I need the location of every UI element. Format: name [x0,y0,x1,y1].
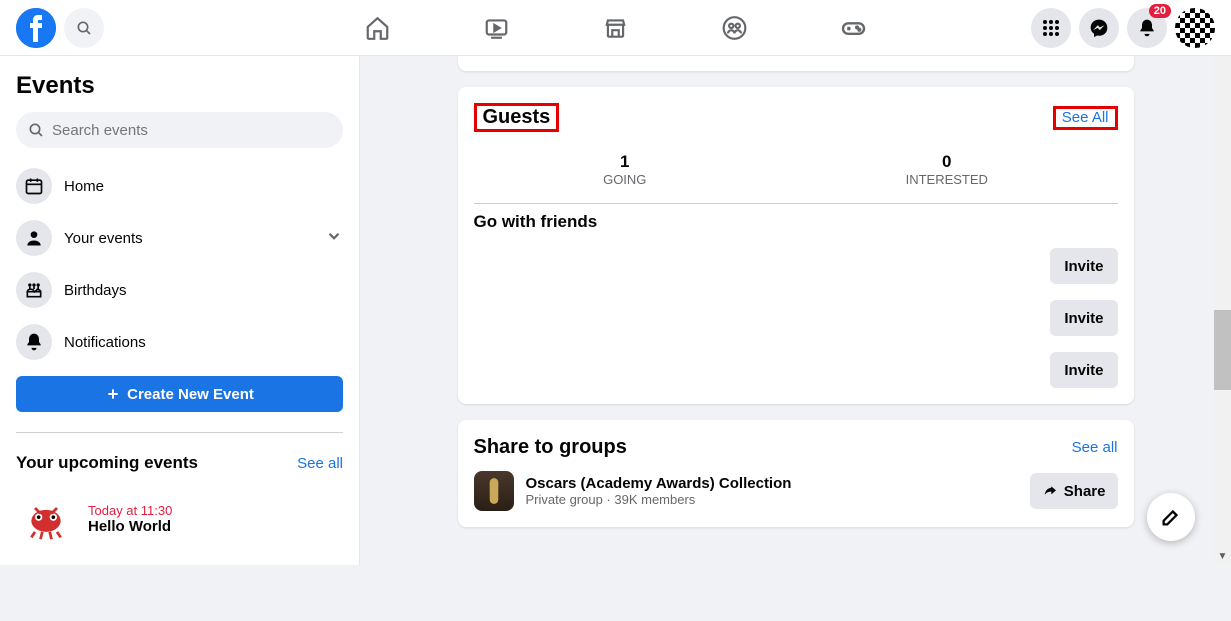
scroll-thumb[interactable] [1214,310,1231,390]
sidebar-item-label: Home [64,178,343,195]
share-see-all-link[interactable]: See all [1072,439,1118,456]
group-name: Oscars (Academy Awards) Collection [526,475,792,492]
search-events-box[interactable] [16,112,343,148]
calendar-icon [16,168,52,204]
compose-fab[interactable] [1147,493,1195,541]
guests-title: Guests [483,106,551,128]
menu-grid-icon[interactable] [1031,8,1071,48]
event-name: Hello World [88,518,172,535]
browser-scrollbar[interactable]: ▲ ▼ [1214,0,1231,565]
stat-interested[interactable]: 0 Interested [906,152,988,187]
stat-going-label: Going [603,172,646,187]
sidebar-item-notifications[interactable]: Notifications [8,316,351,368]
cake-icon [16,272,52,308]
upcoming-header: Your upcoming events [16,453,198,473]
group-meta: Private group · 39K members [526,492,792,507]
group-avatar [474,471,514,511]
person-icon [16,220,52,256]
stat-going[interactable]: 1 Going [603,152,646,187]
search-events-input[interactable] [52,122,331,139]
sidebar-title: Events [8,72,351,112]
nav-marketplace[interactable] [560,0,671,56]
event-thumb [16,489,76,549]
divider [16,432,343,433]
invite-button[interactable]: Invite [1050,352,1117,388]
stat-interested-count: 0 [906,152,988,172]
sidebar-item-your-events[interactable]: Your events [8,212,351,264]
desc-card: An Intimate Luxe-Clubstraunt. Nestled am… [458,56,1134,71]
guests-see-all-link[interactable]: See All [1062,109,1109,126]
search-icon[interactable] [64,8,104,48]
notifications-icon[interactable] [1127,8,1167,48]
invite-button[interactable]: Invite [1050,300,1117,336]
share-button[interactable]: Share [1030,473,1118,509]
sidebar-item-birthdays[interactable]: Birthdays [8,264,351,316]
sidebar-item-home[interactable]: Home [8,160,351,212]
scroll-down-arrow[interactable]: ▼ [1214,548,1231,565]
share-title: Share to groups [474,436,627,459]
messenger-icon[interactable] [1079,8,1119,48]
event-time: Today at 11:30 [88,503,172,518]
facebook-logo[interactable] [16,8,56,48]
top-nav [0,0,1231,56]
invite-button[interactable]: Invite [1050,248,1117,284]
profile-avatar[interactable] [1175,8,1215,48]
nav-groups[interactable] [679,0,790,56]
see-all-link[interactable]: See all [297,455,343,472]
guests-card: Guests See All 1 Going 0 Interested Go w… [458,87,1134,404]
bell-icon [16,324,52,360]
share-button-label: Share [1064,483,1106,500]
upcoming-event-item[interactable]: Today at 11:30 Hello World [8,481,351,557]
main-content: An Intimate Luxe-Clubstraunt. Nestled am… [360,56,1231,565]
sidebar-item-label: Your events [64,230,313,247]
go-with-friends-header: Go with friends [474,212,1118,232]
nav-gaming[interactable] [798,0,909,56]
share-card: Share to groups See all Oscars (Academy … [458,420,1134,527]
chevron-down-icon [325,227,343,250]
group-row[interactable]: Oscars (Academy Awards) Collection Priva… [474,471,792,511]
nav-home[interactable] [322,0,433,56]
nav-watch[interactable] [441,0,552,56]
stat-interested-label: Interested [906,172,988,187]
sidebar-item-label: Notifications [64,334,343,351]
create-event-button[interactable]: Create New Event [16,376,343,412]
stat-going-count: 1 [603,152,646,172]
sidebar: Events Home Your events Birthdays Notifi… [0,56,360,565]
create-event-label: Create New Event [127,386,254,403]
sidebar-item-label: Birthdays [64,282,343,299]
